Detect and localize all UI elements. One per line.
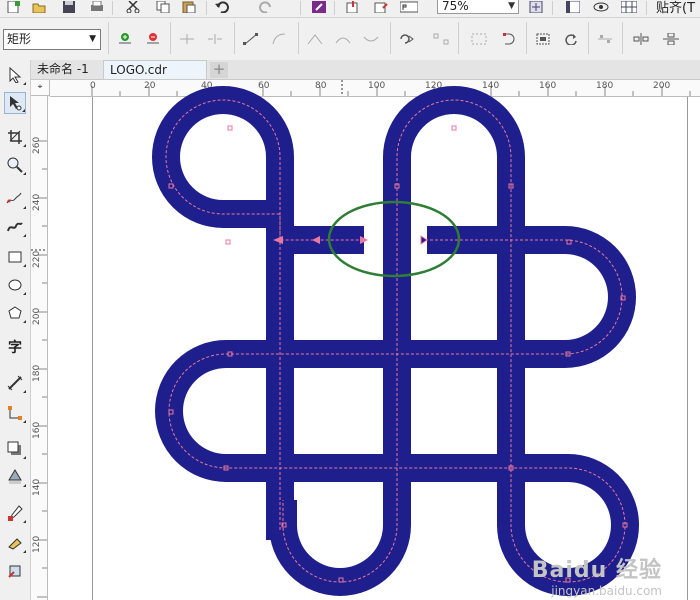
watermark-url: jingyan.baidu.com <box>551 584 662 598</box>
watermark-brand: Baidu 经验 <box>531 558 662 583</box>
watermark: Baidu 经验 jingyan.baidu.com <box>532 552 662 598</box>
knot-logo-drawing[interactable] <box>0 0 700 600</box>
knot-ribbon <box>152 86 639 596</box>
